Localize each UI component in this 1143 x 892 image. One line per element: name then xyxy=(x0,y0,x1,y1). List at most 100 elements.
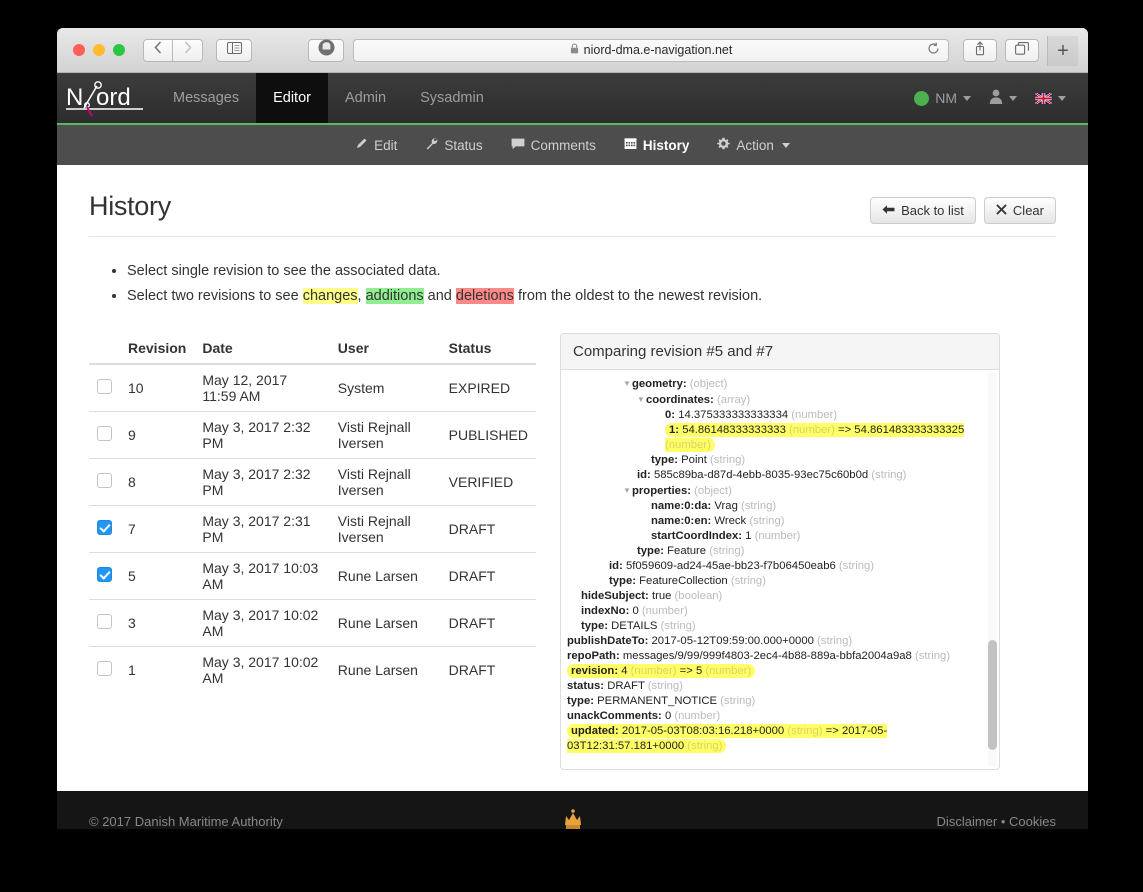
help-line-1: Select single revision to see the associ… xyxy=(127,263,441,279)
revision-checkbox[interactable] xyxy=(97,661,112,676)
revision-checkbox[interactable] xyxy=(97,567,112,582)
address-bar[interactable]: niord-dma.e-navigation.net xyxy=(353,38,949,62)
reader-button[interactable] xyxy=(308,38,344,62)
cell-status: DRAFT xyxy=(440,552,536,600)
share-button[interactable] xyxy=(963,38,997,62)
diff-type: (object) xyxy=(694,485,732,497)
dma-crown-icon xyxy=(564,809,581,829)
nav-item-sysadmin[interactable]: Sysadmin xyxy=(403,73,501,123)
diff-line: type: PERMANENT_NOTICE (string) xyxy=(561,694,999,709)
back-button[interactable] xyxy=(143,38,173,62)
sidebar-toggle-button[interactable] xyxy=(216,38,252,62)
cell-status: VERIFIED xyxy=(440,458,536,506)
diff-value: 1 xyxy=(745,530,755,542)
table-row[interactable]: 9 May 3, 2017 2:32 PM Visti Rejnall Iver… xyxy=(89,411,536,459)
cell-date: May 12, 2017 11:59 AM xyxy=(194,363,330,412)
th-status: Status xyxy=(440,333,536,365)
diff-value: 0 xyxy=(664,710,675,722)
wrench-icon xyxy=(425,137,438,153)
triangle-down-icon[interactable]: ▼ xyxy=(623,376,632,391)
subnav-label: Action xyxy=(736,137,774,153)
row-checkbox-cell[interactable] xyxy=(89,646,120,693)
row-checkbox-cell[interactable] xyxy=(89,599,120,647)
diff-line-content: repoPath: messages/9/99/999f4803-2ec4-4b… xyxy=(567,650,950,662)
triangle-down-icon[interactable]: ▼ xyxy=(637,392,646,407)
diff-panel-body[interactable]: ▼geometry: (object) ▼coordinates: (array)… xyxy=(561,370,999,769)
revision-checkbox[interactable] xyxy=(97,520,112,535)
cell-user: Visti Rejnall Iversen xyxy=(329,411,441,459)
subnav-label: Edit xyxy=(374,137,398,153)
help-line-2-mid1: , xyxy=(357,288,366,304)
disclaimer-link[interactable]: Disclaimer xyxy=(937,814,998,829)
nav-item-messages[interactable]: Messages xyxy=(156,73,256,123)
diff-key: revision: xyxy=(571,665,622,677)
diff-key: type: xyxy=(609,575,640,587)
help-additions-highlight: additions xyxy=(365,288,424,304)
revision-checkbox[interactable] xyxy=(97,614,112,629)
row-checkbox-cell[interactable] xyxy=(89,505,120,553)
new-tab-button[interactable]: + xyxy=(1047,36,1078,66)
subnav-item-status[interactable]: Status xyxy=(411,137,496,153)
table-row[interactable]: 5 May 3, 2017 10:03 AM Rune Larsen DRAFT xyxy=(89,552,536,600)
revision-checkbox[interactable] xyxy=(97,426,112,441)
niord-logo[interactable]: N ord xyxy=(57,73,156,123)
row-checkbox-cell[interactable] xyxy=(89,458,120,506)
row-checkbox-cell[interactable] xyxy=(89,363,120,412)
table-row[interactable]: 7 May 3, 2017 2:31 PM Visti Rejnall Iver… xyxy=(89,505,536,553)
subnav-item-history[interactable]: History xyxy=(610,137,704,153)
cookies-link[interactable]: Cookies xyxy=(1009,814,1056,829)
diff-value: Point xyxy=(681,454,711,466)
diff-key: id: xyxy=(609,560,626,572)
nav-buttons[interactable] xyxy=(143,38,203,62)
cell-date: May 3, 2017 2:31 PM xyxy=(194,505,330,553)
domain-selector[interactable]: NM xyxy=(914,90,971,106)
uk-flag-icon xyxy=(1035,92,1052,104)
subnav-label: History xyxy=(642,137,690,153)
nav-item-editor[interactable]: Editor xyxy=(256,73,328,123)
browser-toolbar: niord-dma.e-navigation.net + xyxy=(57,28,1088,73)
footer-links: Disclaimer • Cookies xyxy=(937,814,1056,829)
subnav-item-comments[interactable]: Comments xyxy=(497,137,610,153)
diff-type: (number) xyxy=(789,424,835,436)
reload-icon[interactable] xyxy=(927,42,940,58)
diff-scrollbar-thumb[interactable] xyxy=(988,640,997,750)
diff-line: name:0:en: Wreck (string) xyxy=(561,514,999,529)
maximize-window-button[interactable] xyxy=(113,44,125,56)
back-to-list-button[interactable]: Back to list xyxy=(870,197,976,224)
table-row[interactable]: 10 May 12, 2017 11:59 AM System EXPIRED xyxy=(89,363,536,412)
cell-user: Rune Larsen xyxy=(329,552,441,600)
user-menu[interactable] xyxy=(989,89,1017,107)
revision-checkbox[interactable] xyxy=(97,379,112,394)
clear-button[interactable]: Clear xyxy=(983,197,1056,224)
diff-key: indexNo: xyxy=(581,605,633,617)
cell-revision: 8 xyxy=(120,458,195,506)
toolbar-right-buttons[interactable] xyxy=(963,38,1039,62)
svg-text:ord: ord xyxy=(96,84,131,111)
minimize-window-button[interactable] xyxy=(93,44,105,56)
diff-line: type: Point (string) xyxy=(561,453,999,468)
subnav-item-edit[interactable]: Edit xyxy=(341,137,411,153)
cell-revision: 5 xyxy=(120,552,195,600)
diff-key: unackComments: xyxy=(567,710,665,722)
subnav-item-action[interactable]: Action xyxy=(703,137,804,153)
diff-line: id: 5f059609-ad24-45ae-bb23-f7b06450eab6… xyxy=(561,559,999,574)
th-revision: Revision xyxy=(120,333,195,365)
language-selector[interactable] xyxy=(1035,92,1066,104)
nav-items: Messages Editor Admin Sysadmin xyxy=(156,73,501,123)
table-row[interactable]: 3 May 3, 2017 10:02 AM Rune Larsen DRAFT xyxy=(89,599,536,647)
forward-button[interactable] xyxy=(173,38,203,62)
table-row[interactable]: 8 May 3, 2017 2:32 PM Visti Rejnall Iver… xyxy=(89,458,536,506)
close-window-button[interactable] xyxy=(73,44,85,56)
diff-type: (string) xyxy=(749,515,785,527)
revision-checkbox[interactable] xyxy=(97,473,112,488)
tabs-icon xyxy=(1015,42,1029,58)
nav-item-admin[interactable]: Admin xyxy=(328,73,403,123)
window-traffic-lights[interactable] xyxy=(73,44,125,56)
triangle-down-icon[interactable]: ▼ xyxy=(623,483,632,498)
show-tabs-button[interactable] xyxy=(1005,38,1039,62)
row-checkbox-cell[interactable] xyxy=(89,552,120,600)
table-row[interactable]: 1 May 3, 2017 10:02 AM Rune Larsen DRAFT xyxy=(89,646,536,693)
diff-line: type: DETAILS (string) xyxy=(561,619,999,634)
diff-line-content: hideSubject: true (boolean) xyxy=(581,590,722,602)
row-checkbox-cell[interactable] xyxy=(89,411,120,459)
